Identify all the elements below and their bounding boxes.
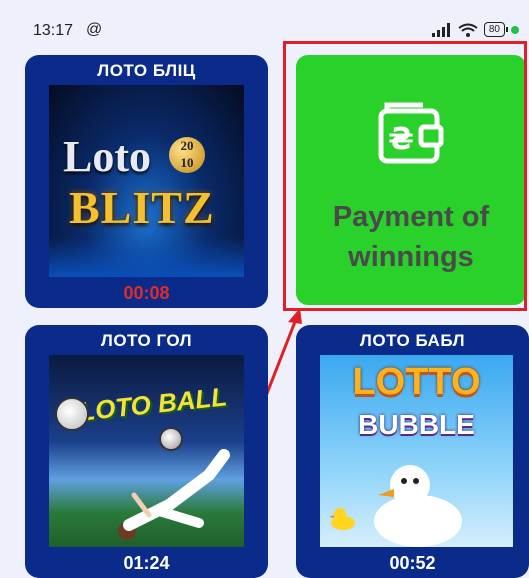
soccer-ball-icon (55, 397, 89, 431)
duck-icon (374, 465, 462, 547)
logo-ball-bottom: 10 (180, 155, 194, 170)
game-card-loto-gol[interactable]: ЛОТО ГОЛ LOTO BALL 01:24 (25, 325, 268, 578)
game-title: ЛОТО ГОЛ (100, 331, 193, 350)
logo-text-lotto: LOTTO (352, 361, 481, 403)
signal-icon (431, 22, 450, 37)
game-image-loto-blitz: Loto 20 10 BLITZ (49, 85, 244, 277)
game-card-loto-blitz[interactable]: ЛОТО БЛІЦ Loto 20 10 BLITZ 00:08 (25, 55, 268, 308)
game-title: ЛОТО БАБЛ (359, 331, 466, 350)
status-time: 13:17 (33, 22, 74, 39)
logo-ball-top: 20 (180, 138, 194, 153)
logo-text-blitz: BLITZ (69, 182, 215, 233)
status-dot-icon (511, 25, 519, 34)
logo-text-bubble: BUBBLE (358, 409, 475, 440)
game-image-lotto-bubble: LOTTO BUBBLE (320, 355, 513, 547)
logo-ball-icon: 20 10 (169, 137, 205, 173)
game-image-loto-ball: LOTO BALL (49, 355, 244, 547)
status-icons: 80 (431, 22, 519, 37)
logo-text-loto: Loto (63, 132, 151, 181)
player-figure (118, 449, 230, 540)
highlight-box (283, 41, 527, 311)
small-duck-icon (329, 508, 355, 530)
game-timer: 01:24 (123, 553, 170, 573)
logo-text-loto-ball: LOTO BALL (77, 381, 229, 427)
wifi-icon (458, 23, 478, 37)
game-timer: 00:08 (123, 283, 170, 303)
logo-glow (49, 237, 244, 277)
game-timer: 00:52 (389, 553, 436, 573)
game-title: ЛОТО БЛІЦ (97, 61, 196, 80)
at-icon: @ (86, 21, 103, 38)
battery-icon: 80 (483, 22, 509, 37)
game-card-loto-babl[interactable]: ЛОТО БАБЛ LOTTO BUBBLE 00:52 (296, 325, 529, 578)
